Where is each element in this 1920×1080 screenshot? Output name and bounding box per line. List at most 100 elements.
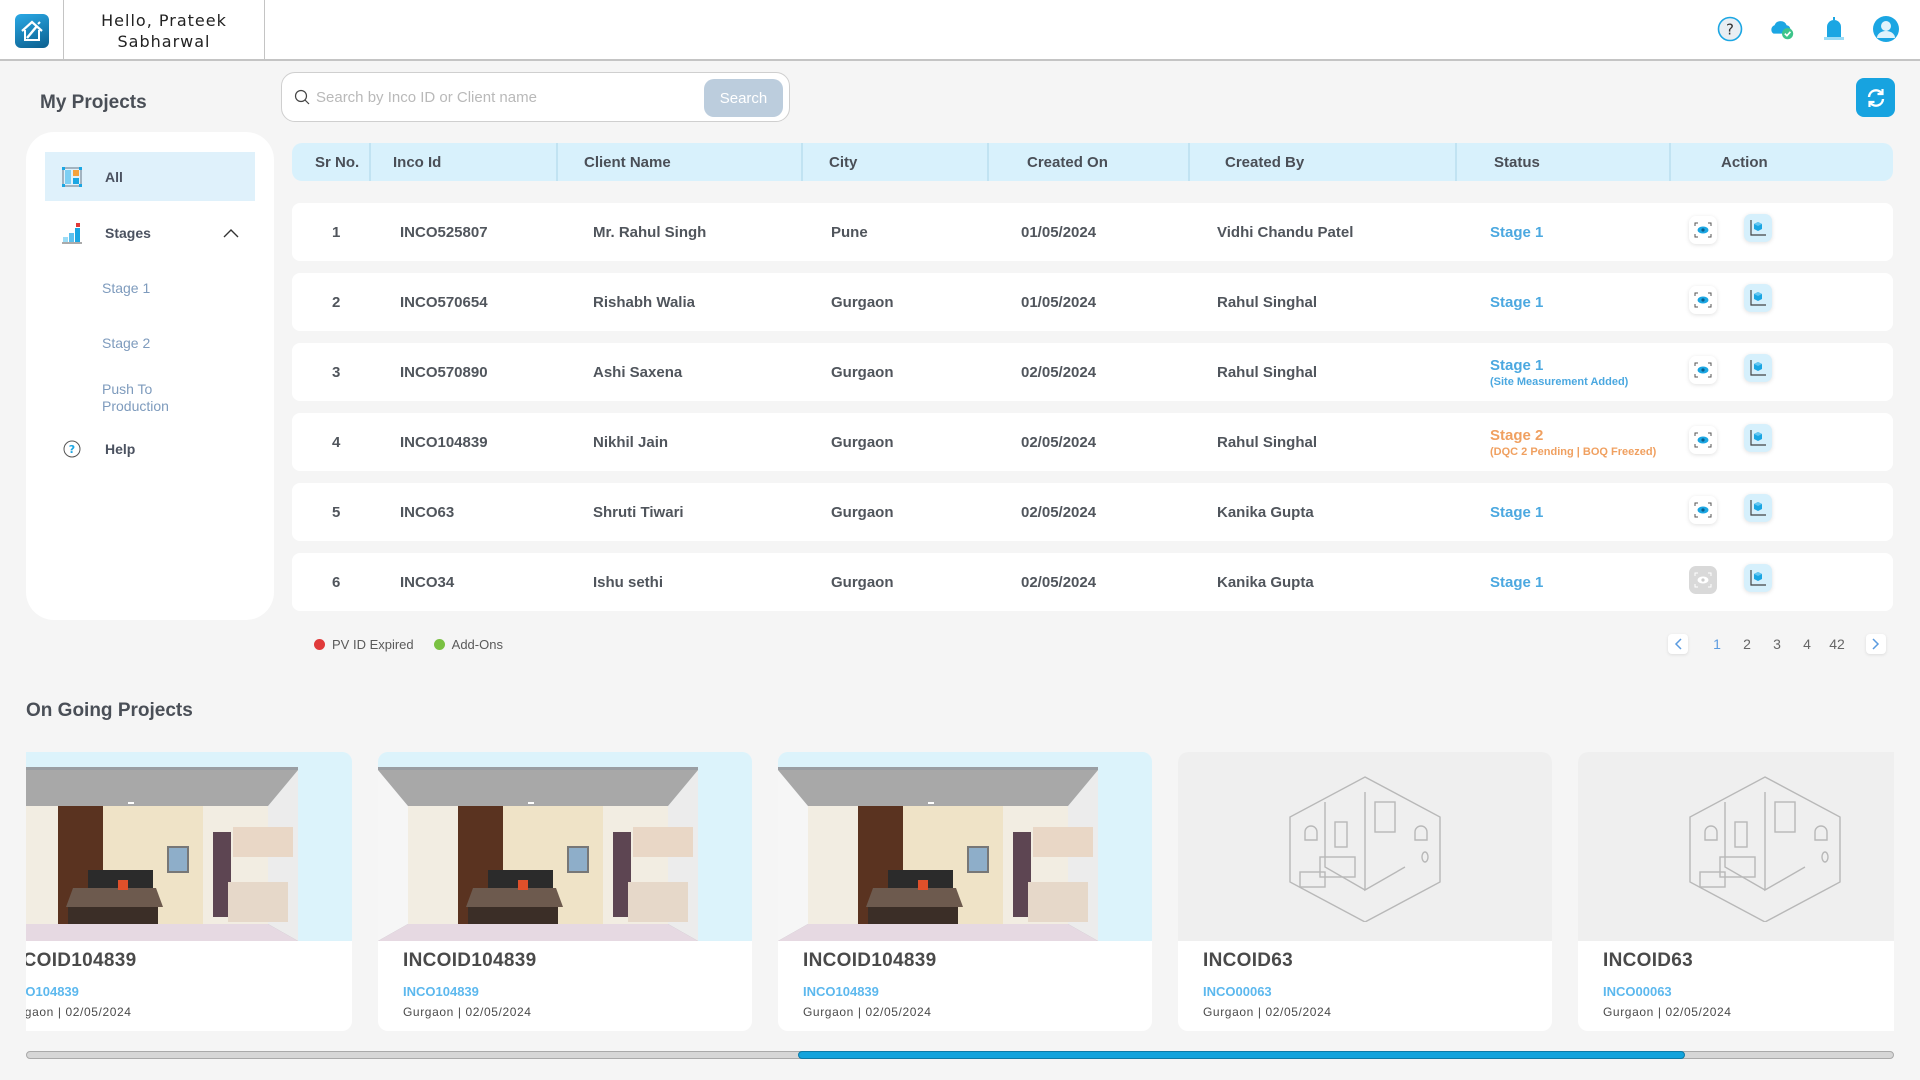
sidebar-subitem-stage-1[interactable]: Stage 1 [45,280,255,297]
view-360-icon [1694,292,1712,308]
carousel-scrollbar[interactable] [26,1051,1894,1059]
status-label[interactable]: Stage 1 [1490,504,1543,521]
user-profile-icon[interactable] [1872,14,1900,44]
column-header-action: Action [1721,153,1768,171]
status-label[interactable]: Stage 1 [1490,574,1543,591]
sidebar-item-all[interactable]: All [45,152,255,201]
3d-model-button[interactable] [1744,564,1772,592]
card-inco-id[interactable]: INCO00063 [1203,984,1272,999]
carousel-scrollbar-thumb[interactable] [798,1051,1685,1059]
3d-model-button[interactable] [1744,494,1772,522]
table-row[interactable]: 2 INCO570654 Rishabh Walia Gurgaon 01/05/202… [292,273,1893,331]
my-projects-title: My Projects [40,92,147,113]
status-label[interactable]: Stage 1 [1490,224,1543,241]
cell-created-on: 02/05/2024 [1021,363,1097,381]
prev-page-button[interactable] [1668,634,1688,654]
ongoing-project-card[interactable]: INCOID104839 INCO104839 Gurgaon | 02/05/20… [378,752,752,1031]
room-placeholder-icon [1689,775,1841,922]
card-location-date: Gurgaon | 02/05/2024 [26,1005,132,1019]
page-4-button[interactable]: 4 [1792,636,1822,652]
view-360-icon [1694,572,1712,588]
cell-status: Stage 1 (Site Measurement Added) [1490,343,1628,401]
card-title: INCOID104839 [803,950,937,971]
cell-inco-id: INCO525807 [400,223,488,241]
3d-model-button[interactable] [1744,214,1772,242]
cell-sr-no: 6 [332,573,341,591]
page-42-button[interactable]: 42 [1822,636,1852,652]
table-row[interactable]: 6 INCO34 Ishu sethi Gurgaon 02/05/2024 Kanika… [292,553,1893,611]
table-row[interactable]: 4 INCO104839 Nikhil Jain Gurgaon 02/05/2024 R… [292,413,1893,471]
view-360-button[interactable] [1689,426,1717,454]
search-button[interactable]: Search [704,79,783,117]
sidebar-item-label: Stages [105,224,151,241]
3d-model-button[interactable] [1744,284,1772,312]
top-bar: Hello, Prateek Sabharwal ? [0,0,1920,61]
3d-model-icon [1750,360,1766,376]
column-header-city: City [829,153,858,171]
legend-item-pv-id-expired: PV ID Expired [314,637,414,652]
sidebar-item-help[interactable]: ? Help [45,429,255,469]
sidebar-subitem-push-to-production[interactable]: Push To Production [45,381,195,415]
chevron-up-icon[interactable] [223,225,239,241]
sidebar-item-stages[interactable]: Stages [45,208,255,257]
card-location-date: Gurgaon | 02/05/2024 [803,1005,932,1019]
svg-text:?: ? [1726,21,1734,39]
next-page-button[interactable] [1866,634,1886,654]
card-inco-id[interactable]: INCO00063 [1603,984,1672,999]
cell-created-on: 01/05/2024 [1021,223,1097,241]
cell-created-by: Rahul Singhal [1217,433,1318,451]
3d-model-button[interactable] [1744,424,1772,452]
status-note: (DQC 2 Pending | BOQ Freezed) [1490,445,1657,458]
chevron-left-icon [1674,638,1682,650]
cell-sr-no: 2 [332,293,341,311]
view-360-button[interactable] [1689,566,1717,594]
status-label[interactable]: Stage 1 [1490,357,1543,374]
sidebar-item-label: Help [105,441,136,457]
cell-inco-id: INCO63 [400,503,455,521]
page-3-button[interactable]: 3 [1762,636,1792,652]
cell-status: Stage 2 (DQC 2 Pending | BOQ Freezed) [1490,413,1656,471]
card-inco-id[interactable]: INCO104839 [403,984,479,999]
pagination: 1 2 3 4 42 [1668,632,1886,656]
search-input[interactable] [316,88,696,106]
app-logo-icon[interactable] [14,13,49,48]
ongoing-project-card[interactable]: INCOID104839 INCO104839 Gurgaon | 02/05/20… [778,752,1152,1031]
cell-sr-no: 3 [332,363,341,381]
card-inco-id[interactable]: INCO104839 [26,984,79,999]
view-360-icon [1694,362,1712,378]
ongoing-project-card[interactable]: INCOID104839 INCO104839 Gurgaon | 02/05/20… [26,752,352,1031]
page-1-button[interactable]: 1 [1702,636,1732,652]
status-label[interactable]: Stage 2 [1490,427,1543,444]
search-bar: Search [281,72,790,122]
table-row[interactable]: 1 INCO525807 Mr. Rahul Singh Pune 01/05/2024… [292,203,1893,261]
table-row[interactable]: 5 INCO63 Shruti Tiwari Gurgaon 02/05/2024 Kan… [292,483,1893,541]
ongoing-project-card[interactable]: INCOID63 INCO00063 Gurgaon | 02/05/2024 [1578,752,1894,1031]
refresh-button[interactable] [1856,78,1895,117]
card-title: INCOID104839 [403,950,537,971]
cell-inco-id: INCO104839 [400,433,488,451]
view-360-button[interactable] [1689,496,1717,524]
column-header-inco-id: Inco Id [393,153,442,171]
cell-sr-no: 4 [332,433,341,451]
status-label[interactable]: Stage 1 [1490,294,1543,311]
view-360-button[interactable] [1689,356,1717,384]
cell-created-by: Rahul Singhal [1217,363,1318,381]
page-2-button[interactable]: 2 [1732,636,1762,652]
help-icon[interactable]: ? [1716,14,1744,44]
3d-model-button[interactable] [1744,354,1772,382]
cloud-sync-icon[interactable] [1768,14,1796,44]
card-inco-id[interactable]: INCO104839 [803,984,879,999]
cell-created-on: 02/05/2024 [1021,433,1097,451]
card-title: INCOID104839 [26,950,137,971]
chevron-right-icon [1872,638,1880,650]
view-360-button[interactable] [1689,286,1717,314]
table-row[interactable]: 3 INCO570890 Ashi Saxena Gurgaon 02/05/2024 R… [292,343,1893,401]
notification-bell-icon[interactable] [1820,14,1848,44]
cell-status: Stage 1 [1490,483,1543,541]
cell-client-name: Ishu sethi [593,573,664,591]
view-360-button[interactable] [1689,216,1717,244]
cell-client-name: Ashi Saxena [593,363,683,381]
sidebar-subitem-stage-2[interactable]: Stage 2 [45,335,255,352]
column-header-created-on: Created On [1027,153,1108,171]
ongoing-project-card[interactable]: INCOID63 INCO00063 Gurgaon | 02/05/2024 [1178,752,1552,1031]
